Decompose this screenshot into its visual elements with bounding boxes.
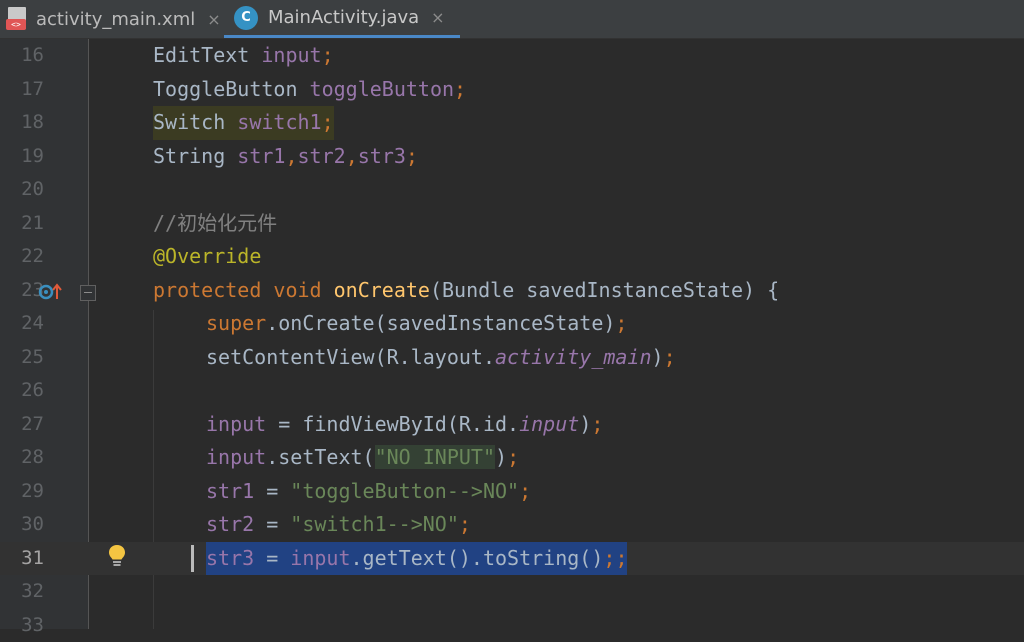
code-line: 29 str1 = "toggleButton-->NO"; [0,475,1024,509]
line-number: 31 [0,542,44,576]
code-text[interactable]: String str1,str2,str3; [153,140,418,174]
code-text[interactable]: EditText input; [153,39,334,73]
code-comment[interactable]: //初始化元件 [153,207,277,241]
line-number: 32 [0,575,44,609]
code-line: 16 EditText input; [0,39,1024,73]
code-annotation[interactable]: @Override [153,240,261,274]
line-number: 17 [0,73,44,107]
code-text[interactable]: str2 = "switch1-->NO"; [206,508,471,542]
code-line: 23 protected void onCreate(Bundle savedI… [0,274,1024,308]
line-number: 18 [0,106,44,140]
lightbulb-icon[interactable] [108,544,126,568]
close-icon[interactable]: × [431,8,444,27]
code-line: 22 @Override [0,240,1024,274]
code-text[interactable]: super.onCreate(savedInstanceState); [206,307,627,341]
line-number: 30 [0,508,44,542]
tab-label: MainActivity.java [268,7,419,28]
text-caret [191,545,194,572]
line-number: 33 [0,609,44,642]
code-line: 32 [0,575,1024,609]
tab-label: activity_main.xml [36,9,195,30]
code-line: 28 input.setText("NO INPUT"); [0,441,1024,475]
code-text[interactable]: input.setText("NO INPUT"); [206,441,519,475]
current-code-line: 31 str3 = input.getText().toString();; [0,542,1024,576]
code-line: 20 [0,173,1024,207]
tab-mainactivity-java[interactable]: C MainActivity.java × [224,0,460,38]
code-line: 33 [0,609,1024,642]
line-number: 24 [0,307,44,341]
code-line: 24 super.onCreate(savedInstanceState); [0,307,1024,341]
close-icon[interactable]: × [207,10,220,29]
code-text[interactable]: protected void onCreate(Bundle savedInst… [153,274,779,308]
editor-tab-bar: <> activity_main.xml × C MainActivity.ja… [0,0,1024,39]
java-class-icon: C [234,6,258,30]
tab-activity-main-xml[interactable]: <> activity_main.xml × [0,0,226,38]
code-line: 26 [0,374,1024,408]
line-number: 16 [0,39,44,73]
override-method-icon[interactable] [38,281,64,303]
code-text[interactable]: setContentView(R.layout.activity_main); [206,341,676,375]
code-text[interactable]: Switch switch1; [153,106,334,140]
line-number: 25 [0,341,44,375]
xml-file-icon: <> [6,7,28,31]
line-number: 22 [0,240,44,274]
code-line: 17 ToggleButton toggleButton; [0,73,1024,107]
line-number: 29 [0,475,44,509]
code-text[interactable]: str1 = "toggleButton-->NO"; [206,475,531,509]
code-line: 18 Switch switch1; [0,106,1024,140]
fold-marker-icon[interactable] [80,285,96,301]
line-number: 26 [0,374,44,408]
line-number: 19 [0,140,44,174]
code-line: 30 str2 = "switch1-->NO"; [0,508,1024,542]
selected-code-text[interactable]: str3 = input.getText().toString();; [206,542,627,576]
code-line: 21 //初始化元件 [0,207,1024,241]
line-number: 20 [0,173,44,207]
code-text[interactable]: input = findViewById(R.id.input); [206,408,603,442]
line-number: 27 [0,408,44,442]
line-number: 21 [0,207,44,241]
code-line: 19 String str1,str2,str3; [0,140,1024,174]
code-text[interactable]: ToggleButton toggleButton; [153,73,466,107]
code-line: 25 setContentView(R.layout.activity_main… [0,341,1024,375]
line-number: 28 [0,441,44,475]
code-line: 27 input = findViewById(R.id.input); [0,408,1024,442]
